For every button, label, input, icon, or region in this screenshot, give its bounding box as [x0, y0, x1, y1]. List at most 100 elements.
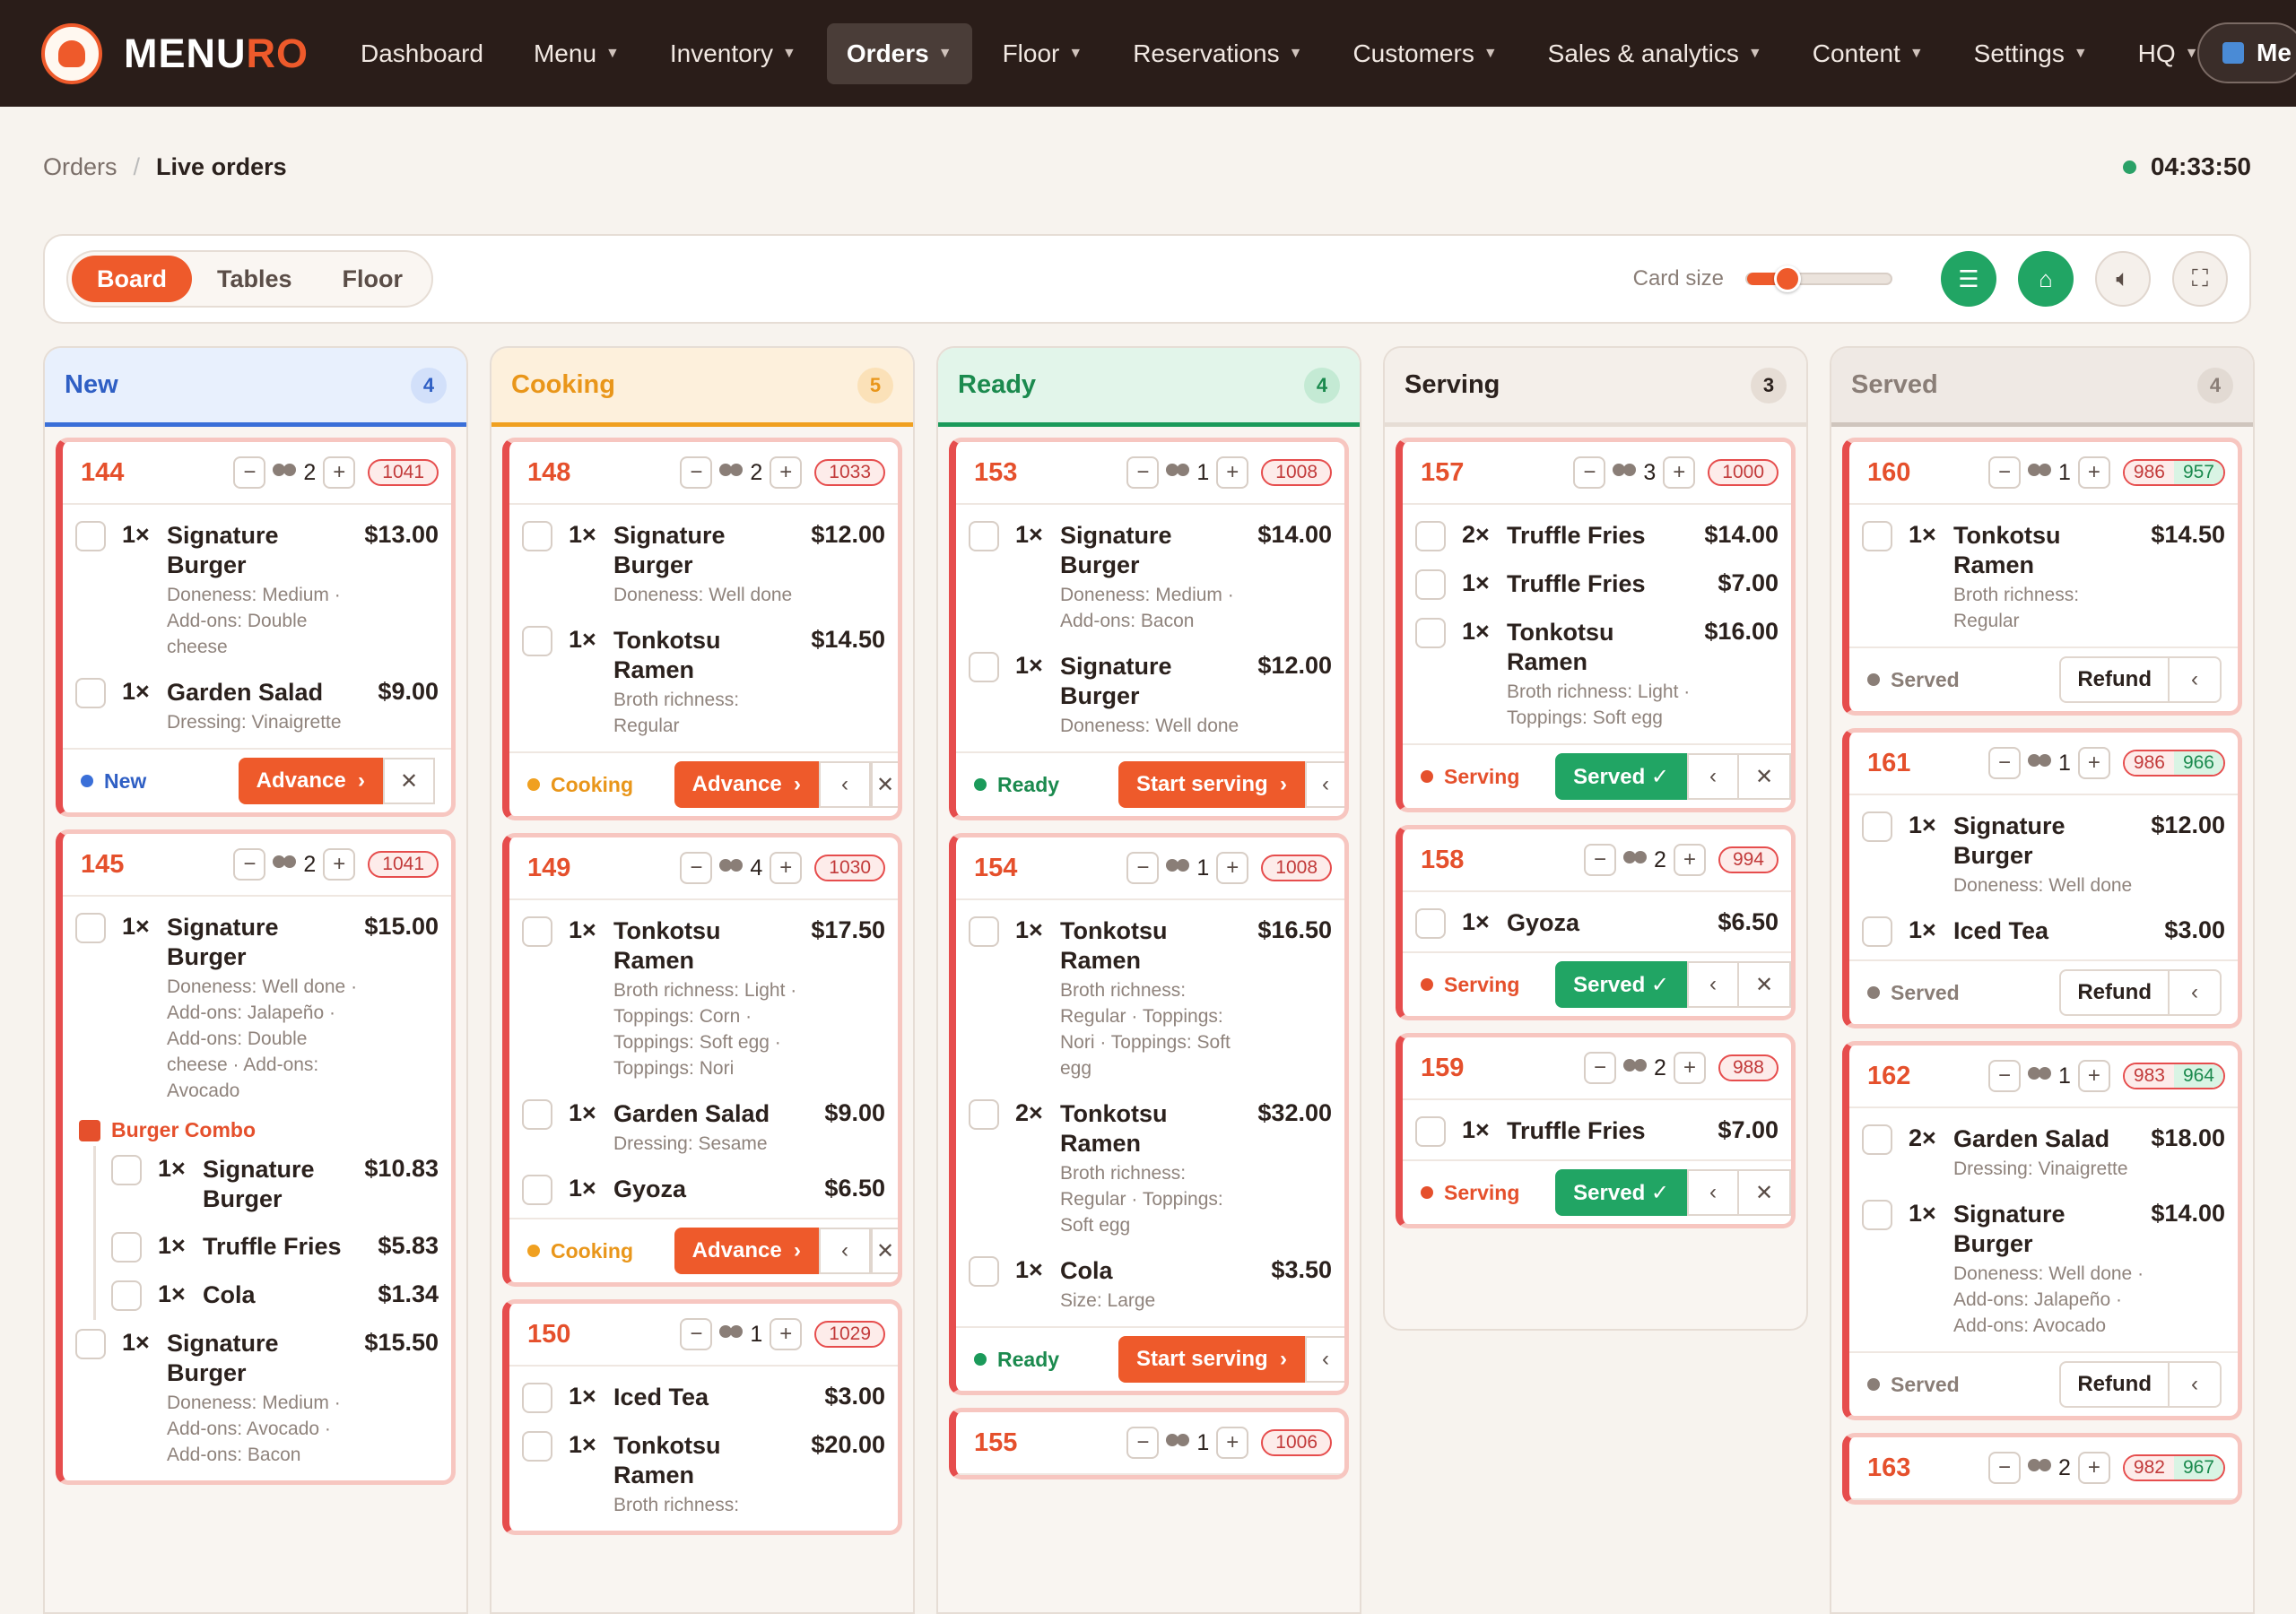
cancel-order-button[interactable]: ✕ — [871, 1228, 898, 1274]
slider-knob[interactable] — [1773, 265, 1801, 292]
line-checkbox[interactable] — [75, 1329, 106, 1359]
order-card-161[interactable]: 161 − 1 + 986 966 1× Signature Burger Donen… — [1842, 728, 2242, 1028]
guest-increment-button[interactable]: + — [770, 456, 803, 489]
line-checkbox[interactable] — [111, 1155, 142, 1185]
back-button[interactable]: ‹ — [1305, 1336, 1344, 1383]
guest-increment-button[interactable]: + — [1216, 852, 1249, 884]
line-checkbox[interactable] — [969, 652, 999, 682]
guest-increment-button[interactable]: + — [1673, 1052, 1706, 1084]
order-card-149[interactable]: 149 − 4 + 1030 1× Tonkotsu Ramen Broth ric… — [502, 833, 902, 1287]
start-serving-button[interactable]: Start serving › — [1118, 761, 1305, 808]
served-button[interactable]: Served ✓ — [1555, 1169, 1687, 1216]
breadcrumb-orders[interactable]: Orders — [43, 153, 117, 180]
guest-increment-button[interactable]: + — [1673, 844, 1706, 876]
guest-decrement-button[interactable]: − — [233, 456, 266, 489]
line-checkbox[interactable] — [969, 1256, 999, 1287]
line-checkbox[interactable] — [522, 1383, 552, 1413]
served-button[interactable]: Served ✓ — [1555, 753, 1687, 800]
nav-menu[interactable]: Menu ▼ — [514, 23, 639, 84]
line-checkbox[interactable] — [522, 916, 552, 947]
line-checkbox[interactable] — [522, 1175, 552, 1205]
line-checkbox[interactable] — [111, 1232, 142, 1263]
order-card-154[interactable]: 154 − 1 + 1008 1× Tonkotsu Ramen Broth ric… — [949, 833, 1349, 1395]
back-button[interactable]: ‹ — [2170, 969, 2222, 1016]
order-card-155[interactable]: 155 − 1 + 1006 — [949, 1408, 1349, 1480]
guest-decrement-button[interactable]: − — [1584, 1052, 1617, 1084]
guest-decrement-button[interactable]: − — [1988, 1060, 2021, 1092]
line-checkbox[interactable] — [1415, 521, 1446, 551]
refund-button[interactable]: Refund — [2059, 969, 2170, 1016]
back-button[interactable]: ‹ — [1687, 1169, 1739, 1216]
line-checkbox[interactable] — [1862, 811, 1892, 842]
guest-decrement-button[interactable]: − — [1988, 456, 2021, 489]
guest-increment-button[interactable]: + — [2077, 456, 2110, 489]
back-button[interactable]: ‹ — [1687, 961, 1739, 1008]
start-serving-button[interactable]: Start serving › — [1118, 1336, 1305, 1383]
line-checkbox[interactable] — [522, 521, 552, 551]
guest-increment-button[interactable]: + — [323, 848, 356, 881]
nav-reservations[interactable]: Reservations ▼ — [1113, 23, 1322, 84]
nav-settings[interactable]: Settings ▼ — [1954, 23, 2108, 84]
line-checkbox[interactable] — [969, 1099, 999, 1130]
line-checkbox[interactable] — [1862, 521, 1892, 551]
back-button[interactable]: ‹ — [819, 761, 871, 808]
nav-customers[interactable]: Customers ▼ — [1333, 23, 1517, 84]
line-checkbox[interactable] — [75, 678, 106, 708]
line-checkbox[interactable] — [75, 913, 106, 943]
nav-orders[interactable]: Orders ▼ — [826, 22, 972, 84]
line-checkbox[interactable] — [1862, 916, 1892, 947]
line-checkbox[interactable] — [1415, 908, 1446, 939]
line-checkbox[interactable] — [75, 521, 106, 551]
card-size-slider[interactable] — [1745, 265, 1892, 292]
order-card-148[interactable]: 148 − 2 + 1033 1× Signature Burger Donenes… — [502, 438, 902, 820]
order-card-145[interactable]: 145 − 2 + 1041 1× Signature Burger Donenes… — [56, 829, 456, 1485]
order-card-163[interactable]: 163 − 2 + 982 967 — [1842, 1433, 2242, 1505]
back-button[interactable]: ‹ — [2170, 656, 2222, 703]
cancel-order-button[interactable]: ✕ — [1739, 961, 1791, 1008]
order-card-158[interactable]: 158 − 2 + 994 1× Gyoza $6.50 Serving Serve… — [1396, 825, 1796, 1020]
guest-decrement-button[interactable]: − — [1126, 1427, 1160, 1459]
back-button[interactable]: ‹ — [1305, 761, 1344, 808]
line-checkbox[interactable] — [1862, 1200, 1892, 1230]
guest-increment-button[interactable]: + — [770, 852, 803, 884]
sound-toggle-button[interactable]: 🔈︎ — [2095, 251, 2151, 307]
back-button[interactable]: ‹ — [2170, 1361, 2222, 1408]
order-card-160[interactable]: 160 − 1 + 986 957 1× Tonkotsu Ramen Broth r… — [1842, 438, 2242, 716]
cancel-order-button[interactable]: ✕ — [383, 758, 435, 804]
guest-increment-button[interactable]: + — [2077, 1060, 2110, 1092]
view-floor-tab[interactable]: Floor — [317, 256, 429, 302]
tag-filter-button[interactable]: ⌂ — [2018, 251, 2074, 307]
guest-increment-button[interactable]: + — [1663, 456, 1696, 489]
line-checkbox[interactable] — [111, 1280, 142, 1311]
guest-decrement-button[interactable]: − — [1584, 844, 1617, 876]
guest-increment-button[interactable]: + — [1216, 456, 1249, 489]
refund-button[interactable]: Refund — [2059, 1361, 2170, 1408]
guest-decrement-button[interactable]: − — [680, 456, 713, 489]
guest-decrement-button[interactable]: − — [1988, 747, 2021, 779]
line-checkbox[interactable] — [522, 1099, 552, 1130]
back-button[interactable]: ‹ — [819, 1228, 871, 1274]
order-card-159[interactable]: 159 − 2 + 988 1× Truffle Fries $7.00 Servi… — [1396, 1033, 1796, 1228]
cancel-order-button[interactable]: ✕ — [1739, 753, 1791, 800]
line-checkbox[interactable] — [1862, 1124, 1892, 1155]
guest-decrement-button[interactable]: − — [680, 852, 713, 884]
guest-decrement-button[interactable]: − — [233, 848, 266, 881]
guest-decrement-button[interactable]: − — [1573, 456, 1606, 489]
brand-logo[interactable]: MENURO — [124, 30, 309, 77]
guest-increment-button[interactable]: + — [323, 456, 356, 489]
nav-floor[interactable]: Floor ▼ — [983, 23, 1103, 84]
view-board-tab[interactable]: Board — [72, 256, 193, 302]
served-button[interactable]: Served ✓ — [1555, 961, 1687, 1008]
guest-increment-button[interactable]: + — [2077, 747, 2110, 779]
nav-dashboard[interactable]: Dashboard — [341, 23, 503, 84]
line-checkbox[interactable] — [969, 521, 999, 551]
view-tables-tab[interactable]: Tables — [192, 256, 317, 302]
guest-decrement-button[interactable]: − — [1126, 852, 1160, 884]
order-card-153[interactable]: 153 − 1 + 1008 1× Signature Burger Donenes… — [949, 438, 1349, 820]
order-card-162[interactable]: 162 − 1 + 983 964 2× Garden Salad Dressing:… — [1842, 1041, 2242, 1420]
guest-increment-button[interactable]: + — [2077, 1452, 2110, 1484]
cancel-order-button[interactable]: ✕ — [871, 761, 898, 808]
guest-decrement-button[interactable]: − — [1988, 1452, 2021, 1484]
line-checkbox[interactable] — [522, 1431, 552, 1462]
guest-increment-button[interactable]: + — [1216, 1427, 1249, 1459]
